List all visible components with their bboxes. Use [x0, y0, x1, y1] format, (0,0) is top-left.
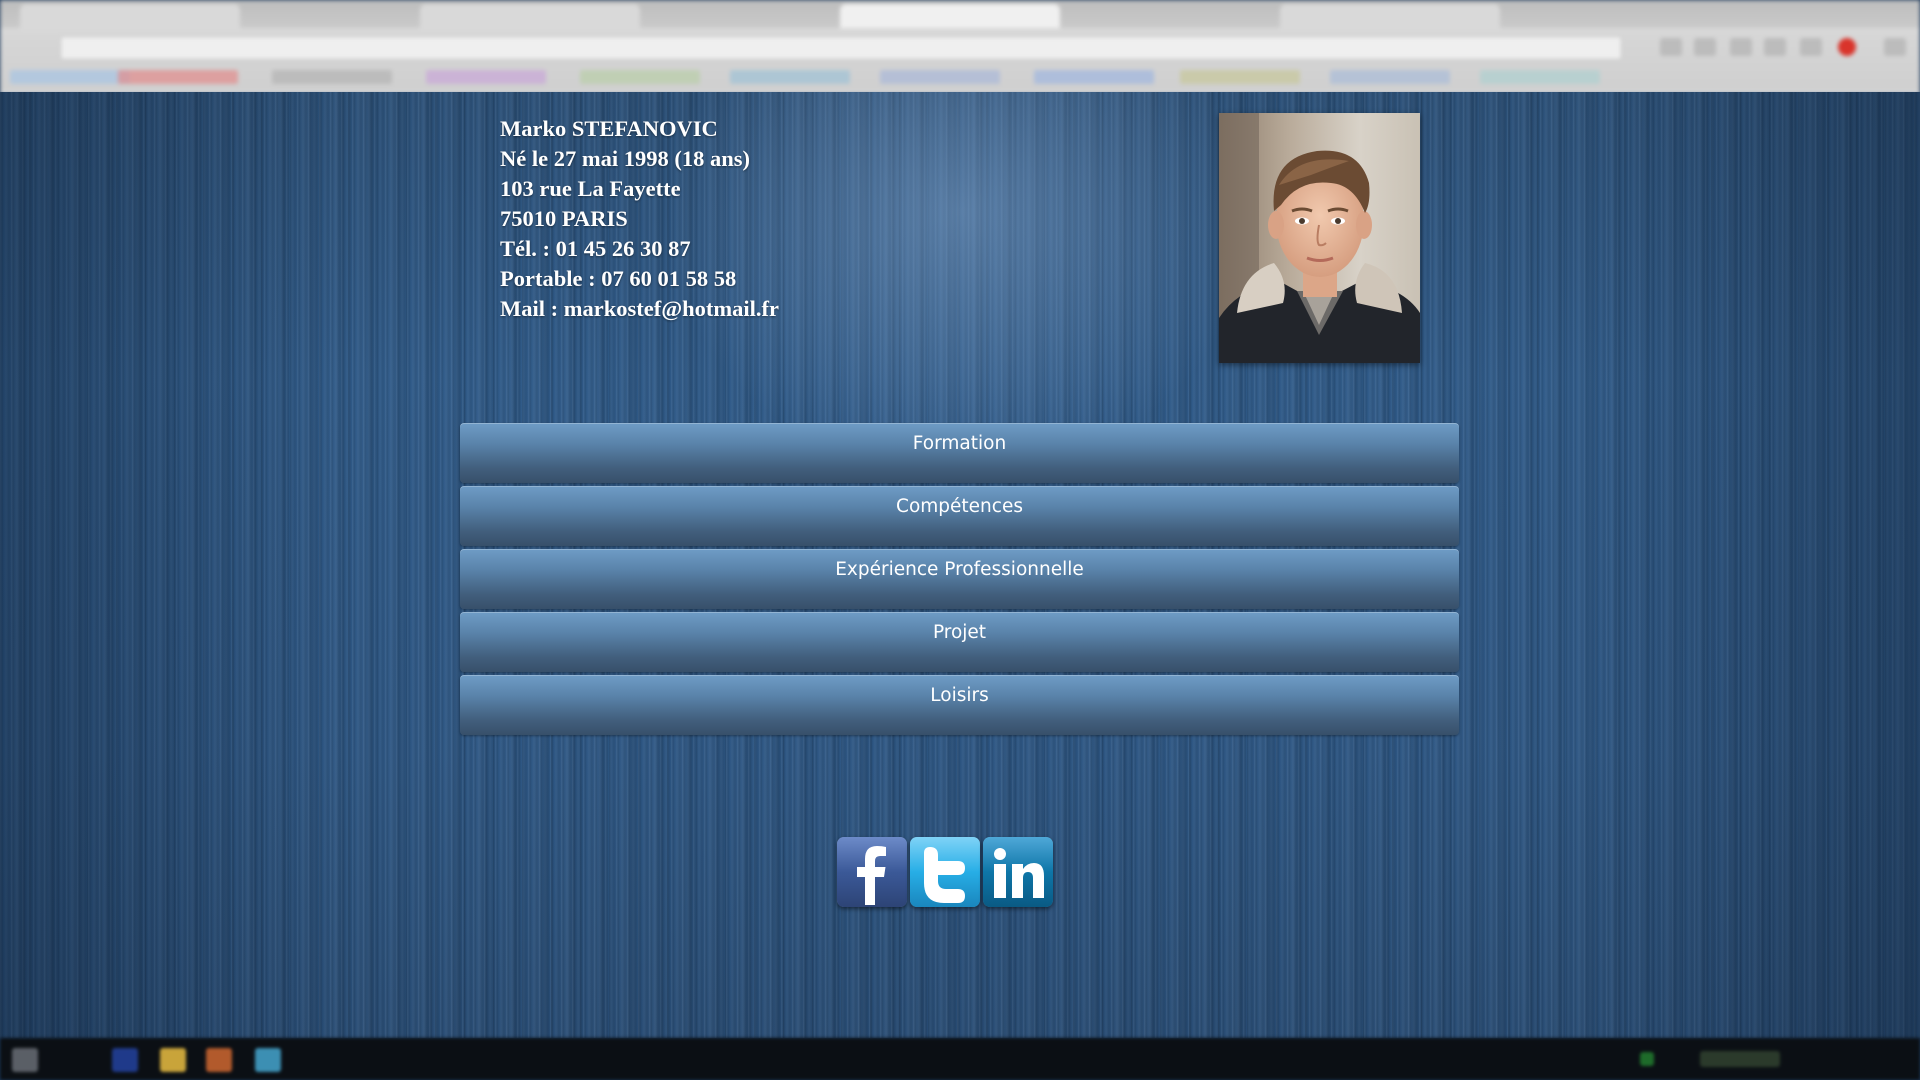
toolbar-button[interactable] — [1764, 38, 1786, 56]
bookmark-item[interactable] — [1180, 70, 1300, 84]
bookmark-item[interactable] — [1034, 70, 1154, 84]
taskbar-app-icon[interactable] — [255, 1048, 281, 1072]
os-taskbar — [0, 1038, 1920, 1080]
taskbar-app-icon[interactable] — [112, 1048, 138, 1072]
bookmark-item[interactable] — [118, 70, 238, 84]
toolbar-button[interactable] — [1800, 38, 1822, 56]
taskbar-app-icon[interactable] — [206, 1048, 232, 1072]
city-address: 75010 PARIS — [500, 206, 628, 231]
formation-button[interactable]: Formation — [460, 423, 1459, 483]
browser-tab-strip — [0, 0, 1920, 28]
birth-date: Né le 27 mai 1998 (18 ans) — [500, 146, 750, 171]
projet-button[interactable]: Projet — [460, 612, 1459, 672]
bookmark-item[interactable] — [426, 70, 546, 84]
browser-tab-active[interactable] — [840, 4, 1060, 28]
bookmark-item[interactable] — [880, 70, 1000, 84]
start-icon[interactable] — [12, 1048, 38, 1072]
toolbar-button[interactable] — [1694, 38, 1716, 56]
toolbar-button[interactable] — [1660, 38, 1682, 56]
linkedin-icon[interactable] — [983, 837, 1053, 907]
loisirs-button[interactable]: Loisirs — [460, 675, 1459, 735]
tray-icon[interactable] — [1640, 1052, 1654, 1066]
facebook-icon[interactable] — [837, 837, 907, 907]
email-address: Mail : markostef@hotmail.fr — [500, 296, 779, 321]
bookmark-item[interactable] — [272, 70, 392, 84]
identity-block: Marko STEFANOVIC Né le 27 mai 1998 (18 a… — [500, 114, 779, 324]
bookmark-item[interactable] — [730, 70, 850, 84]
bookmark-item[interactable] — [1480, 70, 1600, 84]
browser-tab[interactable] — [420, 4, 640, 28]
browser-tab[interactable] — [1280, 4, 1500, 28]
folder-icon[interactable] — [160, 1048, 186, 1072]
cv-page: Marko STEFANOVIC Né le 27 mai 1998 (18 a… — [0, 92, 1920, 1038]
profile-photo — [1219, 113, 1420, 363]
browser-chrome — [0, 0, 1920, 94]
bookmark-item[interactable] — [580, 70, 700, 84]
competences-button[interactable]: Compétences — [460, 486, 1459, 546]
address-bar[interactable] — [60, 36, 1622, 60]
street-address: 103 rue La Fayette — [500, 176, 681, 201]
menu-icon[interactable] — [1884, 38, 1906, 56]
phone-number: Tél. : 01 45 26 30 87 — [500, 236, 691, 261]
twitter-icon[interactable] — [910, 837, 980, 907]
bookmark-item[interactable] — [1330, 70, 1450, 84]
browser-tab[interactable] — [20, 4, 240, 28]
experience-button[interactable]: Expérience Professionnelle — [460, 549, 1459, 609]
record-icon[interactable] — [1838, 38, 1856, 56]
full-name: Marko STEFANOVIC — [500, 116, 718, 141]
bookmark-item[interactable] — [10, 70, 130, 84]
system-tray[interactable] — [1700, 1051, 1780, 1067]
toolbar-button[interactable] — [1730, 38, 1752, 56]
mobile-number: Portable : 07 60 01 58 58 — [500, 266, 737, 291]
section-menu: Formation Compétences Expérience Profess… — [460, 423, 1459, 738]
